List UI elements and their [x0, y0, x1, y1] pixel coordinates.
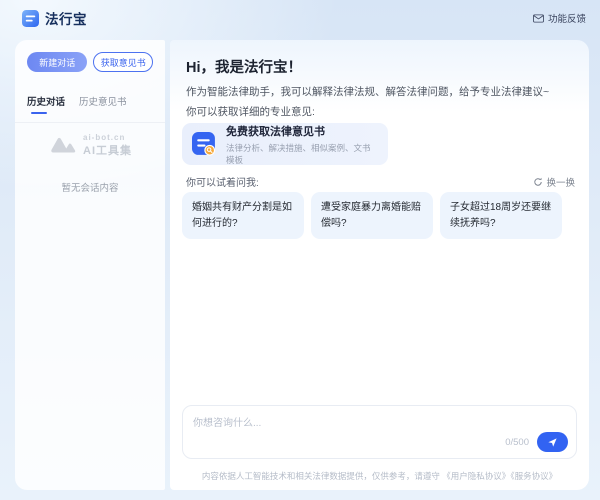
- brand: 法行宝: [22, 8, 87, 28]
- tab-history-opinions[interactable]: 历史意见书: [79, 94, 127, 114]
- main-panel: Hi，我是法行宝！ 作为智能法律助手，我可以解释法律法规、解答法律问题，给予专业…: [170, 40, 589, 490]
- opinion-card-subtitle: 法律分析、解决措施、相似案例、文书模板: [226, 142, 378, 166]
- top-header: 法行宝 功能反馈: [0, 0, 600, 36]
- tab-history-chats[interactable]: 历史对话: [27, 94, 65, 114]
- assistant-intro: 作为智能法律助手，我可以解释法律法规、解答法律问题，给予专业法律建议~: [186, 84, 549, 99]
- opinion-hint: 你可以获取详细的专业意见:: [186, 104, 315, 119]
- new-chat-button[interactable]: 新建对话: [27, 52, 87, 72]
- sidebar-divider: [15, 122, 165, 123]
- app-title: 法行宝: [45, 8, 87, 28]
- sidebar: 新建对话 获取意见书 历史对话 历史意见书 ai-bot.cn AI工具集 暂无…: [15, 40, 165, 490]
- envelope-icon: [533, 14, 544, 23]
- input-actions: 0/500: [505, 432, 568, 452]
- watermark-text: ai-bot.cn AI工具集: [83, 133, 132, 158]
- document-search-icon: [192, 132, 217, 157]
- privacy-agreement-link[interactable]: 《用户隐私协议》: [442, 471, 510, 481]
- refresh-label: 换一换: [546, 175, 575, 189]
- app-logo-icon: [22, 10, 39, 27]
- free-opinion-card[interactable]: 免费获取法律意见书 法律分析、解决措施、相似案例、文书模板: [182, 123, 388, 165]
- sidebar-actions: 新建对话 获取意见书: [27, 52, 153, 72]
- question-card[interactable]: 遭受家庭暴力离婚能赔偿吗?: [311, 192, 433, 239]
- watermark-line2: AI工具集: [83, 142, 132, 158]
- send-plane-icon: [547, 437, 558, 448]
- suggestions-label: 你可以试着问我:: [186, 174, 259, 189]
- chat-input-box: 0/500: [182, 405, 577, 459]
- ai-bot-watermark-logo-icon: [48, 135, 78, 156]
- refresh-questions-button[interactable]: 换一换: [533, 175, 575, 189]
- feedback-label: 功能反馈: [548, 11, 586, 25]
- greeting-title: Hi，我是法行宝！: [186, 56, 302, 77]
- char-counter: 0/500: [505, 437, 529, 448]
- feedback-button[interactable]: 功能反馈: [533, 11, 586, 25]
- disclaimer-footer: 内容依据人工智能技术和相关法律数据提供，仅供参考，请遵守 《用户隐私协议》《服务…: [170, 470, 589, 482]
- app-page: 法行宝 功能反馈 新建对话 获取意见书 历史对话 历史意见书: [0, 0, 600, 500]
- sidebar-tabs: 历史对话 历史意见书: [27, 94, 153, 114]
- watermark: ai-bot.cn AI工具集: [27, 133, 153, 158]
- service-agreement-link[interactable]: 《服务协议》: [510, 471, 557, 481]
- get-opinion-button[interactable]: 获取意见书: [93, 52, 153, 72]
- watermark-line1: ai-bot.cn: [83, 133, 132, 142]
- question-card[interactable]: 子女超过18周岁还要继续抚养吗?: [440, 192, 562, 239]
- send-button[interactable]: [537, 432, 568, 452]
- suggestions-row: 你可以试着问我: 换一换: [186, 174, 575, 189]
- disclaimer-text: 内容依据人工智能技术和相关法律数据提供，仅供参考，请遵守: [202, 471, 442, 481]
- opinion-card-title: 免费获取法律意见书: [226, 123, 378, 139]
- question-card[interactable]: 婚姻共有财产分割是如何进行的?: [182, 192, 304, 239]
- refresh-icon: [533, 177, 543, 187]
- opinion-card-texts: 免费获取法律意见书 法律分析、解决措施、相似案例、文书模板: [226, 123, 378, 166]
- empty-conversations-text: 暂无会话内容: [27, 180, 153, 194]
- suggested-questions: 婚姻共有财产分割是如何进行的? 遭受家庭暴力离婚能赔偿吗? 子女超过18周岁还要…: [182, 192, 562, 239]
